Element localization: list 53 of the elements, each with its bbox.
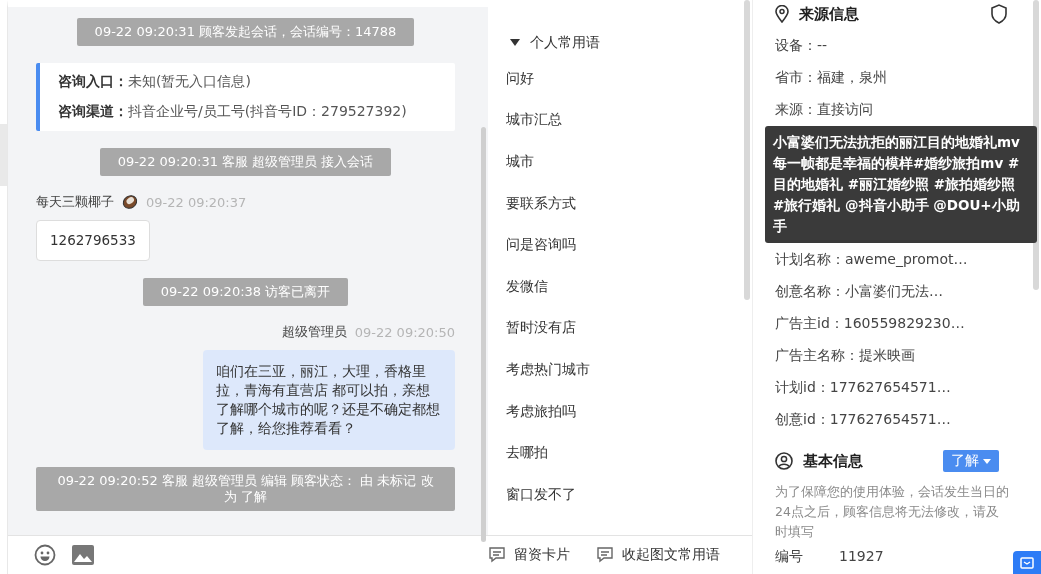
sender-name: 每天三颗椰子 xyxy=(36,193,114,211)
emoji-icon[interactable] xyxy=(34,544,56,566)
footer-button[interactable]: 收起图文常用语 xyxy=(596,546,720,564)
field-value: 11927 xyxy=(839,548,884,564)
phrase-item[interactable]: 窗口发不了 xyxy=(506,485,576,504)
message-time: 09-22 09:20:37 xyxy=(146,194,247,210)
system-message: 09-22 09:20:38 访客已离开 xyxy=(142,278,349,306)
coconut-icon xyxy=(122,194,138,210)
phrase-item[interactable]: 考虑旅拍吗 xyxy=(506,402,576,421)
info-row-text: 广告主名称：提米映画 xyxy=(775,346,916,365)
caret-icon xyxy=(510,39,520,47)
phrase-item[interactable]: 问好 xyxy=(506,69,534,88)
phrase-item[interactable]: 去哪拍 xyxy=(506,444,548,463)
phrase-item[interactable]: 考虑热门城市 xyxy=(506,360,590,379)
info-row-text: 创意名称：小富婆们无法… xyxy=(775,282,944,301)
info-row-text: 广告主id：160559829230… xyxy=(775,314,966,333)
system-message: 09-22 09:20:52 客服 超级管理员 编辑 顾客状态： 由 未标记 改为 了解 xyxy=(36,467,455,511)
tooltip: 小富婆们无法抗拒的丽江目的地婚礼mv 每一帧都是幸福的模样#婚纱旅拍mv #目的地婚礼 #丽江婚纱照 #旅拍婚纱照 #旅行婚礼 @抖音小助手 @DOU+小助手 xyxy=(765,126,1037,243)
section-title: 基本信息 xyxy=(803,451,864,471)
info-row-text: 计划id：177627654571… xyxy=(775,378,952,397)
info-row-text: 设备：-- xyxy=(775,36,829,55)
phrase-item[interactable]: 问是咨询吗 xyxy=(506,236,576,255)
phrase-group[interactable]: 个人常用语 xyxy=(506,28,752,58)
info-row-text: 来源：直接访问 xyxy=(775,100,874,119)
sender-name: 超级管理员 xyxy=(281,323,347,341)
info-row-text: 省市：福建，泉州 xyxy=(775,68,888,87)
message-bubble: 1262796533 xyxy=(36,220,150,261)
image-icon[interactable] xyxy=(72,545,94,565)
field-label: 编号 xyxy=(775,548,803,564)
system-message: 09-22 09:20:31 顾客发起会话，会话编号：14788 xyxy=(76,18,415,46)
system-message: 09-22 09:20:31 客服 超级管理员 接入会话 xyxy=(99,148,392,176)
notice-text: 为了保障您的使用体验，会话发生当日的24点之后，顾客信息将无法修改，请及时填写 xyxy=(775,483,1009,541)
info-row-text: 咨询渠道：抖音企业号/员工号(抖音号ID：279527392) xyxy=(58,103,408,121)
shield-icon[interactable] xyxy=(989,4,1009,24)
message-bubble: 咱们在三亚，丽江，大理，香格里拉，青海有直营店 都可以拍，亲想了解哪个城市的呢？还是不确定都想了解，给您推荐看看？ xyxy=(203,350,455,450)
info-row-text: 创意id：177627654571… xyxy=(775,410,952,429)
phrase-item[interactable]: 要联系方式 xyxy=(506,194,576,213)
info-row-text: 计划名称：aweme_promot… xyxy=(775,250,969,269)
phrase-item[interactable]: 暂时没有店 xyxy=(506,319,576,338)
user-icon xyxy=(775,452,793,470)
message-icon xyxy=(488,547,506,563)
phrase-item[interactable]: 城市 xyxy=(506,153,534,171)
section-title: 来源信息 xyxy=(799,4,860,24)
phrase-item[interactable]: 发微信 xyxy=(506,277,548,296)
location-icon xyxy=(775,5,789,23)
chat-float-button[interactable] xyxy=(1013,551,1041,574)
message-time: 09-22 09:20:50 xyxy=(354,324,455,340)
info-row-text: 咨询入口：未知(暂无入口信息) xyxy=(58,73,252,91)
phrase-item[interactable]: 城市汇总 xyxy=(506,111,562,130)
message-icon xyxy=(596,547,614,563)
inbox-icon xyxy=(1020,557,1034,569)
caret-icon xyxy=(983,458,991,464)
footer-button[interactable]: 留资卡片 xyxy=(488,546,570,564)
